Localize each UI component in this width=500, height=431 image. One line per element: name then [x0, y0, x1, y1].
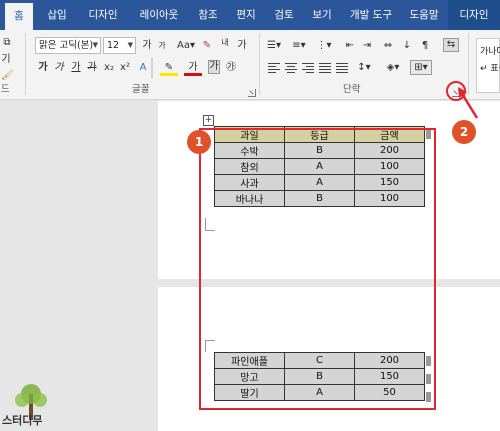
font-name-combo[interactable]: 맑은 고딕(본) ▼: [35, 37, 101, 54]
decrease-indent-icon[interactable]: ⇤: [343, 38, 357, 54]
char-shading-icon[interactable]: 가: [208, 60, 220, 74]
watermark-text: 스터디무: [2, 414, 43, 427]
strikethrough-button[interactable]: 가: [86, 60, 98, 76]
font-color-icon[interactable]: 가: [184, 60, 202, 76]
numbering-icon[interactable]: ≡▾: [290, 38, 308, 54]
change-case-icon[interactable]: Aa▾: [177, 38, 195, 54]
bullets-icon[interactable]: ☰▾: [265, 38, 283, 54]
distributed-icon[interactable]: ⇔: [380, 38, 396, 54]
chevron-down-icon: ▼: [92, 41, 98, 49]
table-move-handle-icon[interactable]: +: [203, 115, 214, 126]
tab-table-design[interactable]: 디자인: [448, 0, 500, 30]
borders-icon[interactable]: ⊞▾: [410, 60, 432, 75]
distribute-icon[interactable]: [336, 63, 348, 73]
tab-view[interactable]: 보기: [306, 0, 338, 30]
align-right-icon[interactable]: [302, 63, 314, 73]
tab-references[interactable]: 참조: [192, 0, 224, 30]
grow-font-icon[interactable]: 가: [141, 38, 153, 54]
chevron-down-icon: ▼: [127, 41, 133, 49]
font-group-label: 글꼴: [132, 84, 150, 95]
shrink-font-icon[interactable]: 가: [156, 38, 168, 54]
multilevel-list-icon[interactable]: ⋮▾: [315, 38, 333, 54]
highlight-color-icon[interactable]: ✎: [160, 60, 178, 76]
tab-mailings[interactable]: 편지: [230, 0, 262, 30]
sort-icon[interactable]: ↓: [400, 38, 414, 54]
arrow-pointer-icon: [458, 87, 479, 119]
text-direction-icon[interactable]: ⇆: [443, 38, 459, 52]
tab-layout[interactable]: 레이아웃: [132, 0, 186, 30]
tab-review[interactable]: 검토: [268, 0, 300, 30]
group-divider: [259, 33, 260, 95]
copy-icon[interactable]: ⧉: [1, 35, 13, 51]
char-border-icon[interactable]: 가: [235, 38, 249, 54]
text-effects-icon[interactable]: A: [136, 60, 150, 76]
tab-developer[interactable]: 개발 도구: [342, 0, 400, 30]
font-size-combo[interactable]: 12 ▼: [103, 37, 136, 54]
font-size-value: 12: [107, 40, 120, 51]
style-preview-2: ↵ 표준: [480, 64, 500, 74]
superscript-button[interactable]: x²: [119, 60, 131, 76]
clipboard-group-label: 드: [1, 84, 10, 95]
bold-button[interactable]: 가: [38, 60, 48, 76]
enclose-char-icon[interactable]: ㉮: [224, 60, 238, 76]
line-spacing-icon[interactable]: ↕▾: [355, 60, 373, 76]
tab-home[interactable]: 홈: [5, 3, 33, 30]
font-name-value: 맑은 고딕(본): [39, 40, 94, 51]
clear-format-icon[interactable]: ✎: [200, 38, 214, 54]
justify-icon[interactable]: [319, 63, 331, 73]
shading-icon[interactable]: ◈▾: [384, 60, 402, 76]
font-divider: [151, 58, 153, 78]
font-dialog-launcher-icon[interactable]: [248, 89, 256, 97]
tab-insert[interactable]: 삽입: [40, 0, 74, 30]
phonetic-guide-icon[interactable]: 내: [218, 35, 232, 51]
increase-indent-icon[interactable]: ⇥: [360, 38, 374, 54]
ribbon-home: ⧉ 기 🖌 드 맑은 고딕(본) ▼ 12 ▼ 가 가 Aa▾ ✎ 내 가 가 …: [0, 30, 500, 100]
style-preview-1: 가나다.: [480, 47, 500, 57]
underline-button[interactable]: 가: [70, 60, 82, 76]
italic-button[interactable]: 가: [54, 60, 64, 76]
align-left-icon[interactable]: [268, 63, 280, 73]
paragraph-group-label: 단락: [343, 84, 361, 95]
highlight-rectangle: [199, 128, 436, 410]
group-divider: [25, 33, 26, 95]
tab-design[interactable]: 디자인: [82, 0, 124, 30]
ribbon-tab-bar: 홈 삽입 디자인 레이아웃 참조 편지 검토 보기 개발 도구 도움말 디자인: [0, 0, 500, 30]
subscript-button[interactable]: x₂: [103, 60, 115, 76]
cut-label-fragment: 기: [1, 54, 11, 65]
align-center-icon[interactable]: [285, 63, 297, 73]
step-badge-1: 1: [187, 130, 211, 154]
show-marks-icon[interactable]: ¶: [418, 38, 432, 54]
tab-help[interactable]: 도움말: [404, 0, 444, 30]
